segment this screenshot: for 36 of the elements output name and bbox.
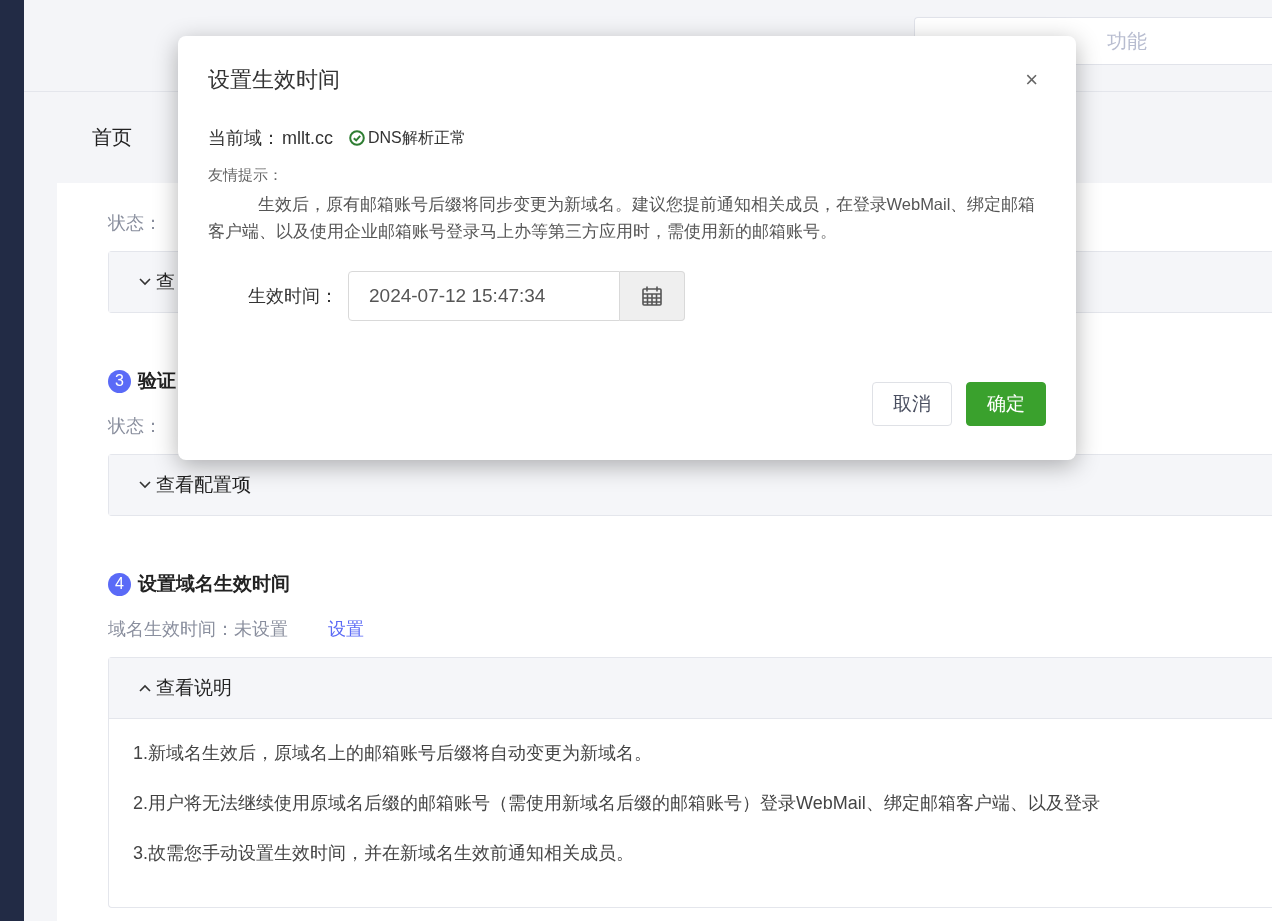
search-input[interactable]: 功能 <box>1105 28 1259 54</box>
status-value: 未设置 <box>234 618 288 641</box>
explanation-text: 1.新域名生效后，原域名上的邮箱账号后缀将自动变更为新域名。 <box>133 742 653 765</box>
status-label: 域名生效时间： <box>108 618 234 641</box>
calendar-icon <box>641 285 663 307</box>
collapse-header[interactable]: 查看配置项 <box>109 455 1272 515</box>
collapse-label: 查 <box>156 270 175 294</box>
close-button[interactable]: × <box>1017 67 1046 93</box>
explanation-text: 2.用户将无法继续使用原域名后缀的邮箱账号（需使用新域名后缀的邮箱账号）登录WebMail、绑定邮箱客户端、以及登录 <box>133 792 1101 815</box>
field-label: 生效时间： <box>247 285 339 308</box>
chevron-icon <box>139 684 151 692</box>
calendar-button[interactable] <box>620 271 685 321</box>
check-circle-icon <box>349 130 365 146</box>
cancel-button[interactable]: 取消 <box>872 382 952 426</box>
collapse-header[interactable]: 查看说明 <box>109 658 1272 718</box>
step-number: 4 <box>108 572 131 596</box>
collapse-label: 查看说明 <box>156 676 232 700</box>
domain-label: 当前域： <box>208 127 280 150</box>
explanation-text: 3.故需您手动设置生效时间，并在新域名生效前通知相关成员。 <box>133 842 635 865</box>
status-label: 状态： <box>108 415 162 438</box>
tab[interactable]: 首页 <box>92 124 132 151</box>
tip-text: 生效后，原有邮箱账号后缀将同步变更为新域名。建议您提前通知相关成员，在登录WebMail、绑定邮箱客户端、以及使用企业邮箱账号登录马上办等第三方应用时，需使用新的邮箱账号。 <box>208 194 1037 242</box>
chevron-icon <box>139 481 151 489</box>
dialog-title: 设置生效时间 <box>208 66 340 94</box>
step-title: 设置域名生效时间 <box>138 572 290 596</box>
tip-title: 友情提示： <box>208 166 284 185</box>
collapse-label: 查看配置项 <box>156 473 251 497</box>
status-label: 状态： <box>108 212 162 235</box>
step-title: 验证 <box>138 369 176 393</box>
date-field[interactable]: 2024-07-12 15:47:34 <box>348 271 620 321</box>
dns-status: DNS解析正常 <box>368 127 466 148</box>
set-link[interactable]: 设置 <box>328 617 364 641</box>
chevron-icon <box>139 278 151 286</box>
step-number: 3 <box>108 369 131 393</box>
date-input[interactable]: 2024-07-12 15:47:34 <box>367 284 611 308</box>
domain-name: mllt.cc <box>282 127 333 149</box>
